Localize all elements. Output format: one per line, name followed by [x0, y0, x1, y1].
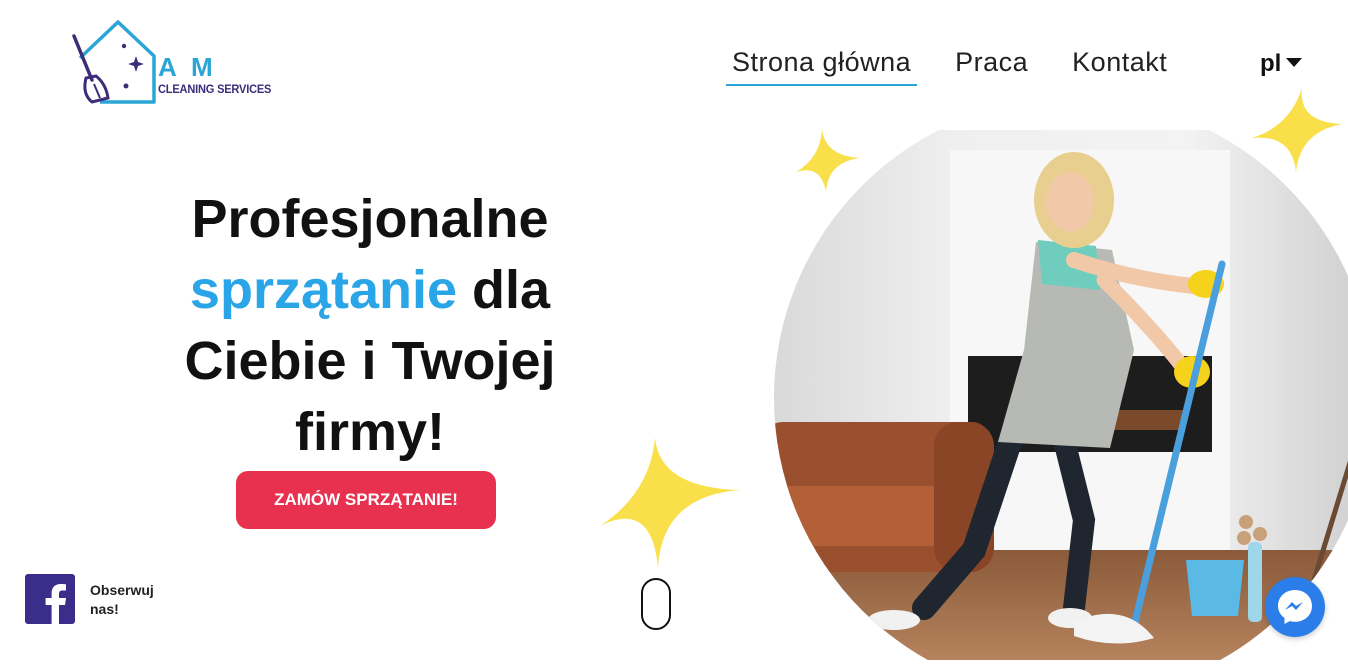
order-cleaning-button[interactable]: ZAMÓW SPRZĄTANIE!	[236, 471, 496, 529]
hero-line-2: sprzątanie dla	[160, 255, 580, 326]
logo-brand-subtitle: CLEANING SERVICES	[158, 82, 272, 96]
language-selector[interactable]: pl	[1260, 50, 1303, 78]
hero-line-2-rest: dla	[457, 260, 551, 320]
messenger-icon[interactable]	[1265, 577, 1325, 637]
logo[interactable]: A M CLEANING SERVICES	[70, 18, 272, 108]
hero-accent-word: sprzątanie	[189, 260, 458, 320]
hero-line-4: firmy!	[294, 402, 446, 462]
mouse-scroll-icon[interactable]	[641, 578, 671, 630]
hero-line-3: Ciebie i Twojej	[184, 331, 556, 391]
sparkle-icon	[600, 438, 740, 568]
caret-down-icon	[1286, 57, 1303, 67]
nav-item-work[interactable]: Praca	[949, 44, 1034, 86]
sparkle-icon	[796, 130, 860, 192]
logo-brand-initials: A M	[158, 52, 217, 82]
nav-item-contact[interactable]: Kontakt	[1066, 44, 1173, 86]
facebook-icon[interactable]	[25, 574, 75, 624]
hero-line-1: Profesjonalne	[191, 189, 549, 249]
hero-photo	[774, 130, 1348, 665]
language-label: pl	[1260, 50, 1282, 77]
follow-us-text[interactable]: Obserwuj nas!	[90, 581, 170, 619]
main-nav: Strona główna Praca Kontakt	[726, 44, 1205, 86]
hero-headline: Profesjonalne sprzątanie dla Ciebie i Tw…	[160, 184, 580, 468]
nav-item-home[interactable]: Strona główna	[726, 44, 918, 86]
sparkle-icon	[1252, 88, 1342, 172]
